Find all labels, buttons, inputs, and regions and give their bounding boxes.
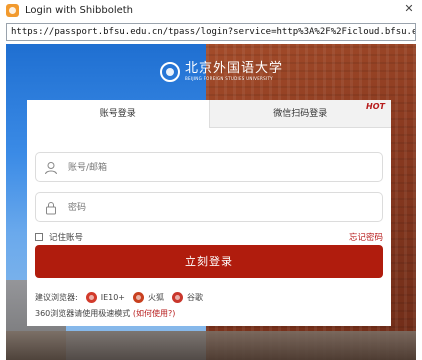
browsers-label: 建议浏览器: [35,293,78,302]
logo-name-en: BEIJING FOREIGN STUDIES UNIVERSITY [185,76,273,81]
remember-label: 记住账号 [49,233,84,243]
logo-name-cn: 北京外国语大学 [185,61,284,76]
window-title: Login with Shibboleth [25,4,134,16]
remember-account[interactable]: 记住账号 [35,231,83,243]
browser-chrome-label: 谷歌 [187,293,203,302]
tab-wechat-login[interactable]: 微信扫码登录 HOT [208,100,391,128]
ie-icon [85,292,97,303]
bottom-photo-strip [6,331,416,360]
username-input[interactable] [68,159,368,176]
app-icon [6,3,19,17]
lock-icon [46,202,56,215]
seal-icon [160,62,180,82]
university-logo: 北京外国语大学 BEIJING FOREIGN STUDIES UNIVERSI… [160,62,283,82]
title-bar: Login with Shibboleth ✕ [0,0,422,20]
password-field[interactable] [35,192,383,222]
browser-note-text: 360浏览器请使用极速模式 [35,309,131,318]
browser-note: 360浏览器请使用极速模式 (如何使用?) [35,308,175,319]
user-icon [45,162,57,175]
recommended-browsers: 建议浏览器: IE10+ 火狐 谷歌 [35,292,203,303]
forgot-password-link[interactable]: 忘记密码 [349,231,383,243]
browser-firefox-label: 火狐 [148,293,164,302]
remember-checkbox[interactable] [35,233,43,241]
browser-chrome: 谷歌 [172,292,203,303]
browser-ie: IE10+ [85,292,125,303]
username-field[interactable] [35,152,383,182]
login-page: 北京外国语大学 BEIJING FOREIGN STUDIES UNIVERSI… [6,44,416,360]
hot-badge: HOT [366,102,385,111]
browser-firefox: 火狐 [133,292,164,303]
close-icon[interactable]: ✕ [402,2,416,16]
how-to-use-link[interactable]: (如何使用?) [133,309,176,318]
login-button[interactable]: 立刻登录 [35,245,383,278]
browser-ie-label: IE10+ [100,293,125,302]
firefox-icon [133,292,144,303]
tab-account-login[interactable]: 账号登录 [27,100,209,128]
tab-wechat-label: 微信扫码登录 [273,109,328,119]
login-tabs: 账号登录 微信扫码登录 HOT [27,100,391,128]
address-bar[interactable]: https://passport.bfsu.edu.cn/tpass/login… [6,23,416,41]
password-input[interactable] [68,199,368,216]
login-panel: 账号登录 微信扫码登录 HOT 记住账号 忘记密码 立刻登录 [27,100,391,326]
chrome-icon [172,292,183,303]
